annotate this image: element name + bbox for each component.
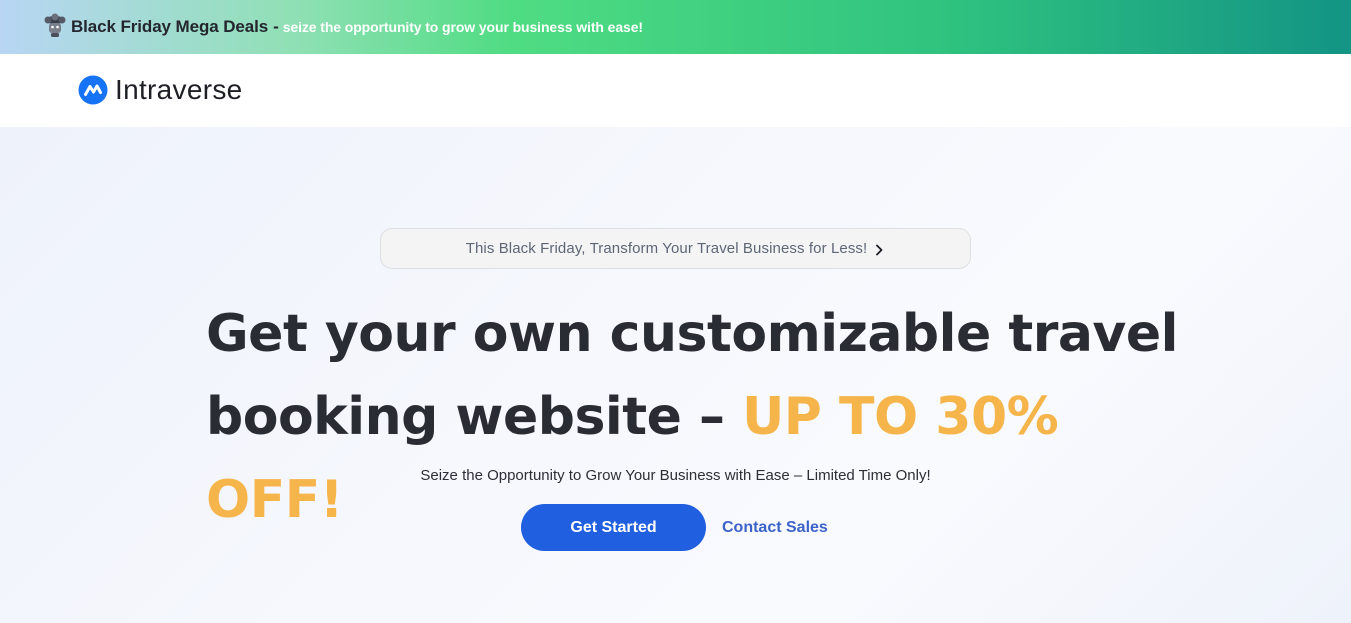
cta-row: Get Started Contact Sales <box>521 504 828 551</box>
promo-separator: - <box>273 17 279 36</box>
chevron-right-icon <box>873 243 885 255</box>
graduation-cap-mascot-icon <box>43 13 67 39</box>
intraverse-logo-mark-icon <box>78 75 108 105</box>
logo-text: Intraverse <box>115 74 243 105</box>
hero-subtitle-text: Seize the Opportunity to Grow Your Busin… <box>420 467 931 484</box>
site-header: Intraverse <box>0 54 1351 127</box>
promo-banner: Black Friday Mega Deals - seize the oppo… <box>0 0 1351 54</box>
get-started-button[interactable]: Get Started <box>521 504 706 551</box>
hero-subtitle: Seize the Opportunity to Grow Your Busin… <box>0 467 1351 484</box>
promo-subtitle: seize the opportunity to grow your busin… <box>282 19 643 35</box>
announcement-text: This Black Friday, Transform Your Travel… <box>465 240 868 257</box>
promo-title: Black Friday Mega Deals <box>71 17 269 36</box>
contact-sales-link[interactable]: Contact Sales <box>722 519 828 537</box>
announcement-pill[interactable]: This Black Friday, Transform Your Travel… <box>380 228 971 269</box>
logo-link[interactable]: Intraverse <box>78 74 243 106</box>
hero-section: This Black Friday, Transform Your Travel… <box>0 127 1351 623</box>
